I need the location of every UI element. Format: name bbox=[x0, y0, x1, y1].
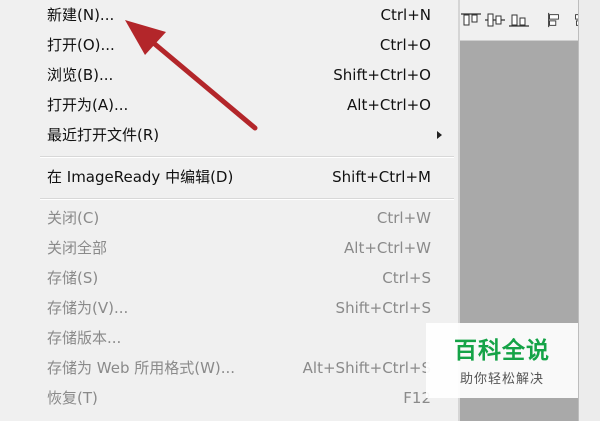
watermark-title: 百科全说 bbox=[454, 338, 550, 364]
watermark: 百科全说 助你轻松解决 bbox=[426, 323, 578, 398]
watermark-subtitle: 助你轻松解决 bbox=[459, 372, 544, 387]
